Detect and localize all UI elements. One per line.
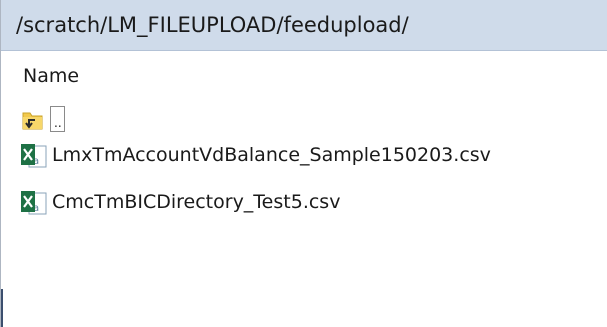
current-path-bar: /scratch/LM_FILEUPLOAD/feedupload/: [1, 0, 607, 51]
excel-csv-icon: a: [15, 190, 48, 215]
file-row[interactable]: a CmcTmBICDirectory_Test5.csv: [15, 187, 340, 217]
text-cursor: [1, 289, 3, 327]
file-browser-panel: /scratch/LM_FILEUPLOAD/feedupload/ Name …: [0, 0, 607, 327]
file-name: CmcTmBICDirectory_Test5.csv: [52, 191, 341, 213]
file-row[interactable]: a LmxTmAccountVdBalance_Sample150203.csv: [15, 140, 491, 170]
file-name: LmxTmAccountVdBalance_Sample150203.csv: [52, 144, 491, 166]
current-path: /scratch/LM_FILEUPLOAD/feedupload/: [16, 13, 409, 37]
parent-directory-label-box: ..: [50, 106, 65, 132]
file-list: Name .. a LmxTmAccountVdBalance_Sample15…: [1, 51, 607, 327]
parent-directory-row[interactable]: ..: [15, 104, 65, 134]
column-header-name[interactable]: Name: [23, 65, 79, 87]
excel-csv-icon: a: [15, 143, 48, 168]
parent-folder-icon: [21, 108, 44, 131]
parent-directory-label: ..: [54, 116, 62, 130]
